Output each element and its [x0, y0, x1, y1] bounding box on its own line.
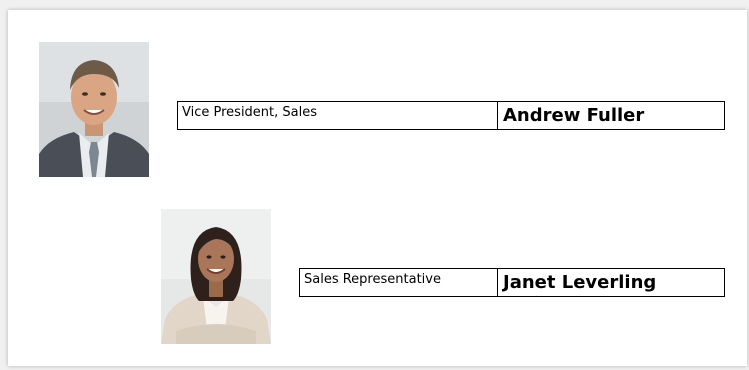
employee-photo-andrew-fuller: [39, 42, 149, 177]
male-portrait-image: [39, 42, 149, 177]
employee-title: Vice President, Sales: [178, 102, 498, 129]
female-portrait-image: [161, 209, 271, 344]
employee-title: Sales Representative: [300, 269, 498, 296]
employee-info-box: Sales Representative Janet Leverling: [299, 268, 725, 297]
employee-name: Andrew Fuller: [503, 105, 645, 126]
employee-info-box: Vice President, Sales Andrew Fuller: [177, 101, 725, 130]
report-page: Vice President, Sales Andrew Fuller Sale…: [8, 10, 747, 366]
employee-name: Janet Leverling: [503, 272, 657, 293]
employee-photo-janet-leverling: [161, 209, 271, 344]
